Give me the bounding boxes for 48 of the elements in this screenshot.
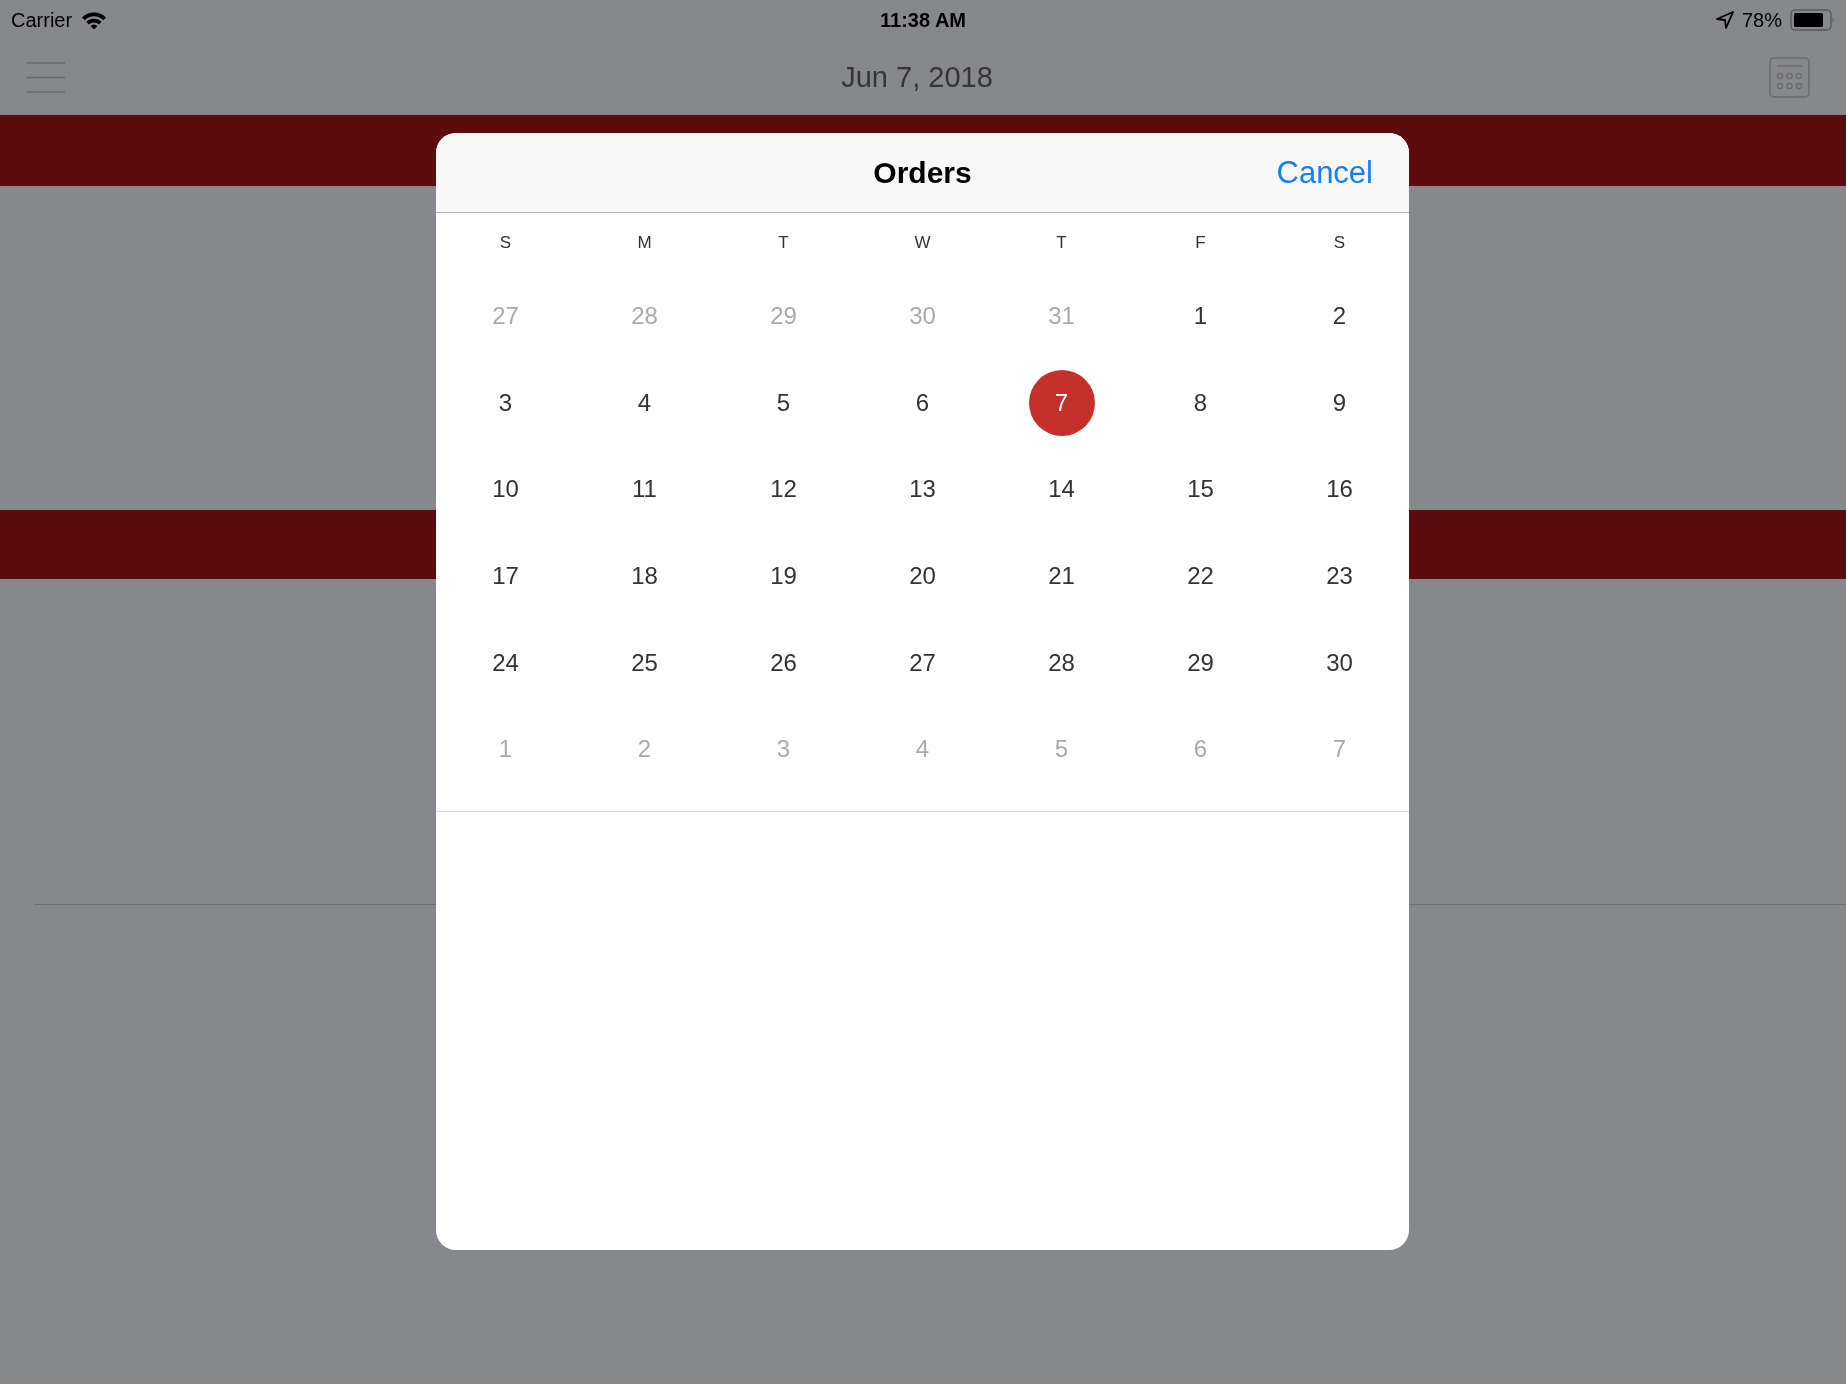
calendar-day[interactable]: 28: [1028, 629, 1095, 696]
calendar-day[interactable]: 29: [1167, 629, 1234, 696]
menu-icon[interactable]: [26, 62, 65, 93]
date-title: Jun 7, 2018: [841, 59, 993, 95]
weekday-label: W: [914, 232, 931, 255]
calendar-day[interactable]: 27: [889, 629, 956, 696]
calendar-day[interactable]: 18: [611, 543, 678, 610]
calendar-day[interactable]: 6: [889, 369, 956, 436]
weekday-label: T: [778, 232, 789, 255]
calendar-day[interactable]: 22: [1167, 543, 1234, 610]
calendar-day[interactable]: 5: [750, 369, 817, 436]
cancel-button[interactable]: Cancel: [1276, 149, 1373, 196]
clock-time: 11:38 AM: [880, 8, 966, 33]
calendar-day[interactable]: 11: [611, 456, 678, 523]
calendar-day[interactable]: 1: [1167, 283, 1234, 350]
calendar-day[interactable]: 26: [750, 629, 817, 696]
calendar-day[interactable]: 8: [1167, 369, 1234, 436]
calendar-day[interactable]: 2: [1306, 283, 1373, 350]
calendar-day[interactable]: 13: [889, 456, 956, 523]
location-arrow-icon: [1715, 11, 1734, 29]
calendar-day[interactable]: 9: [1306, 369, 1373, 436]
calendar-day[interactable]: 16: [1306, 456, 1373, 523]
calendar-day[interactable]: 19: [750, 543, 817, 610]
calendar-day[interactable]: 24: [472, 629, 539, 696]
weekday-label: S: [1333, 232, 1346, 255]
weekday-label: S: [499, 232, 512, 255]
calendar-day[interactable]: 21: [1028, 543, 1095, 610]
dialog-title: Orders: [873, 155, 972, 191]
calendar-day[interactable]: 4: [611, 369, 678, 436]
wifi-icon: [81, 10, 108, 30]
calendar-day[interactable]: 3: [472, 369, 539, 436]
selected-day[interactable]: 7: [1028, 369, 1095, 436]
weekday-label: F: [1195, 232, 1206, 255]
calendar-day[interactable]: 15: [1167, 456, 1234, 523]
carrier-label: Carrier: [11, 8, 73, 33]
calendar-day[interactable]: 10: [472, 456, 539, 523]
calendar-icon[interactable]: [1769, 57, 1810, 98]
calendar-day[interactable]: 14: [1028, 456, 1095, 523]
weekday-label: M: [637, 232, 652, 255]
calendar-day[interactable]: 17: [472, 543, 539, 610]
battery-icon: [1790, 9, 1835, 31]
battery-percentage: 78%: [1741, 8, 1782, 33]
calendar-day[interactable]: 20: [889, 543, 956, 610]
calendar-day[interactable]: 23: [1306, 543, 1373, 610]
calendar-day[interactable]: 30: [1306, 629, 1373, 696]
calendar-day[interactable]: 25: [611, 629, 678, 696]
calendar-day[interactable]: 12: [750, 456, 817, 523]
weekday-label: T: [1056, 232, 1067, 255]
